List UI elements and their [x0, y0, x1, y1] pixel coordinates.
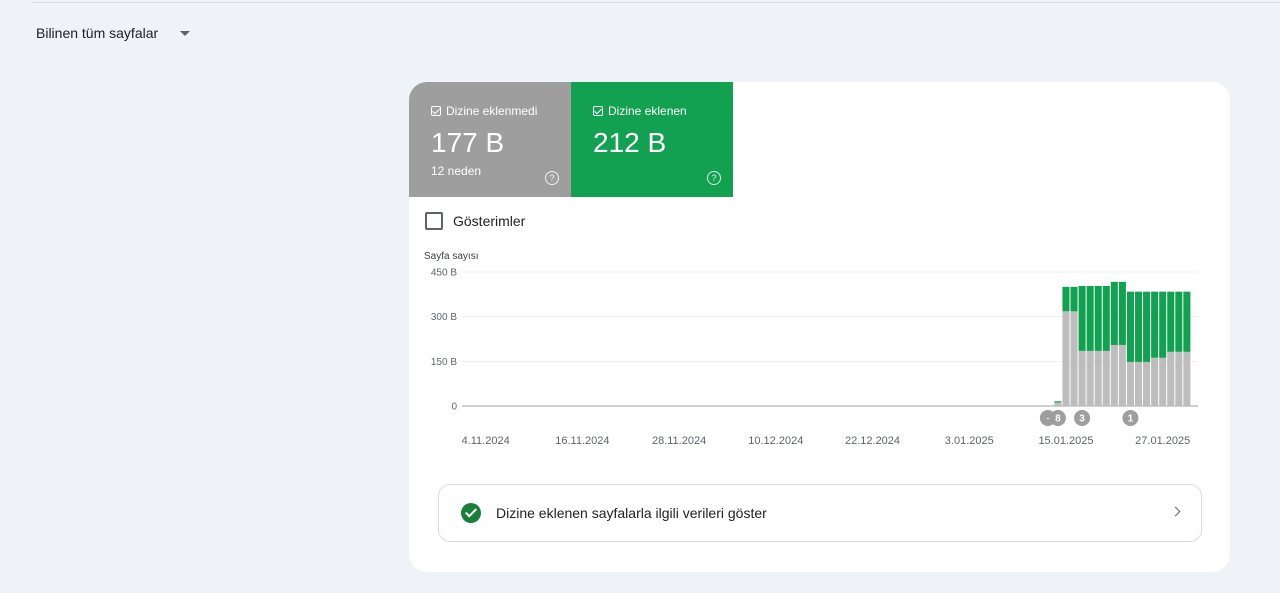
checkbox-unchecked-icon[interactable]: [425, 212, 443, 230]
annotation-label: 1: [1128, 414, 1134, 425]
checkbox-checked-icon[interactable]: [593, 106, 603, 116]
chart-bar: [1054, 401, 1062, 403]
chart-bar: [1086, 285, 1094, 351]
chart-bar: [1054, 402, 1062, 406]
help-icon[interactable]: ?: [707, 171, 721, 185]
x-tick-label: 4.11.2024: [462, 435, 510, 447]
annotation-label: 3: [1079, 414, 1085, 425]
chart-bar: [1134, 291, 1143, 362]
chart-bar: [1151, 291, 1159, 358]
y-tick-label: 150 B: [431, 357, 457, 368]
chart-bar: [1175, 291, 1183, 352]
chart-bar: [1118, 344, 1126, 406]
y-tick-label: 450 B: [431, 268, 457, 279]
top-divider: [32, 2, 1280, 3]
index-coverage-card: Dizine eklenmedi 177 B 12 neden ? Dizine…: [409, 82, 1230, 572]
chart-bar: [1175, 351, 1183, 406]
x-tick-label: 28.11.2024: [652, 435, 706, 447]
help-icon[interactable]: ?: [545, 171, 559, 185]
chart-bar: [1078, 285, 1086, 351]
pages-chart: 0 150 B 300 B 450 B 4.11.2024 16.11.2024 28.11…: [431, 268, 1198, 447]
x-tick-label: 16.11.2024: [555, 435, 609, 447]
x-tick-label: 27.01.2025: [1135, 435, 1190, 447]
x-tick-label: 10.12.2024: [748, 435, 803, 447]
chart-bar: [1151, 357, 1159, 406]
checkbox-checked-icon[interactable]: [431, 106, 441, 116]
indexed-tile[interactable]: Dizine eklenen 212 B ?: [571, 82, 733, 197]
chart-bar: [1110, 281, 1118, 345]
page-filter-label: Bilinen tüm sayfalar: [36, 25, 159, 41]
chart-bar: [1062, 286, 1070, 312]
chart-bar: [1143, 291, 1151, 362]
indexed-label: Dizine eklenen: [608, 104, 687, 118]
chart-bar: [1102, 285, 1110, 351]
chart-bar: [1094, 350, 1102, 406]
chart-bar: [1167, 351, 1175, 406]
caret-down-icon: [180, 30, 191, 36]
chart-bar: [1094, 285, 1102, 351]
chart-bar: [1062, 311, 1070, 406]
chart-bar: [1126, 291, 1134, 362]
chart-bar: [1078, 350, 1086, 406]
y-tick-label: 0: [451, 402, 457, 413]
impressions-label: Gösterimler: [453, 213, 526, 229]
chart-bar: [1126, 361, 1134, 406]
indexed-pages-data-link[interactable]: Dizine eklenen sayfalarla ilgili veriler…: [438, 484, 1202, 542]
chart-bar: [1086, 350, 1094, 406]
annotation-label: -: [1046, 414, 1049, 425]
x-tick-label: 15.01.2025: [1038, 435, 1093, 447]
chart-bar: [1167, 291, 1175, 352]
chart-bar: [1070, 286, 1078, 312]
chart-bar: [1183, 351, 1191, 406]
page-filter-dropdown[interactable]: Bilinen tüm sayfalar: [26, 20, 200, 46]
chart-bar: [1110, 344, 1118, 406]
x-tick-label: 22.12.2024: [845, 435, 900, 447]
chart-bar: [1118, 281, 1126, 345]
chart-y-axis-title: Sayfa sayısı: [424, 251, 479, 262]
y-tick-label: 300 B: [431, 312, 457, 323]
chart-bar: [1134, 361, 1143, 406]
chart-bar: [1183, 291, 1191, 352]
chart-bar: [1102, 350, 1110, 406]
not-indexed-label: Dizine eklenmedi: [446, 104, 538, 118]
chart-bar: [1159, 291, 1167, 358]
not-indexed-tile[interactable]: Dizine eklenmedi 177 B 12 neden ?: [409, 82, 571, 197]
data-link-label: Dizine eklenen sayfalarla ilgili veriler…: [496, 505, 767, 521]
chart-bar: [1143, 361, 1151, 406]
annotation-label: 8: [1055, 414, 1061, 425]
not-indexed-value: 177 B: [431, 127, 505, 158]
indexed-value: 212 B: [593, 127, 667, 158]
check-circle-icon: [461, 503, 481, 523]
chart-bar: [1070, 311, 1078, 406]
chart-bar: [1159, 357, 1167, 406]
chevron-right-icon: [1170, 506, 1181, 517]
x-tick-label: 3.01.2025: [945, 435, 994, 447]
impressions-toggle[interactable]: Gösterimler: [425, 212, 525, 230]
